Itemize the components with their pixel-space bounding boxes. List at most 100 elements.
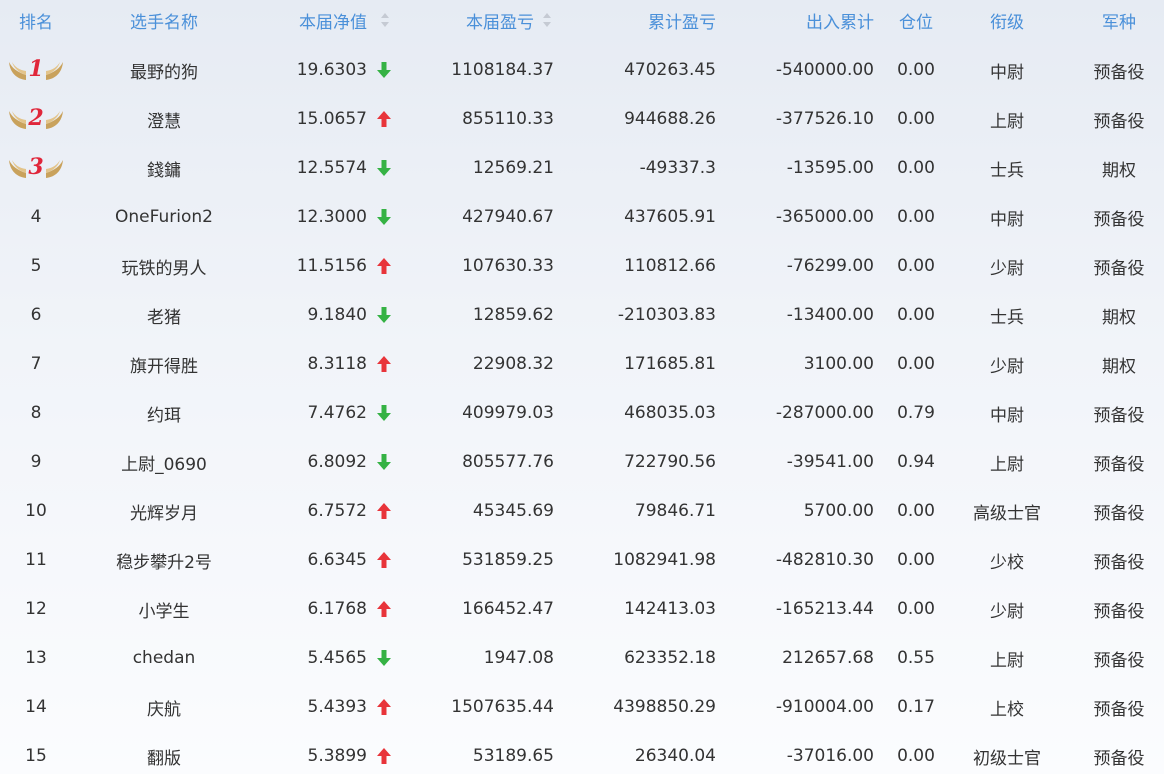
profit-value: 1947.08: [483, 648, 554, 668]
nav-value: 15.0657: [296, 109, 367, 129]
trend-cell: [372, 242, 396, 291]
header-rank[interactable]: 排名: [0, 0, 72, 40]
table-row[interactable]: 10 光辉岁月 6.7572 45345.69 79846.71 5700.00…: [0, 487, 1164, 536]
grade-value: 士兵: [990, 160, 1024, 181]
table-row[interactable]: 3 錢鏞 12.5574 12569.21 -49337.3 -13595.00…: [0, 144, 1164, 193]
grade-value: 少尉: [990, 356, 1024, 377]
flow-value: -482810.30: [775, 550, 874, 570]
rank-cell: 8: [0, 389, 72, 438]
profit-value: 1507635.44: [451, 697, 554, 717]
player-name-link[interactable]: 稳步攀升2号: [84, 536, 244, 585]
arrow-up-icon: [377, 748, 391, 764]
nav-value: 8.3118: [307, 354, 367, 374]
player-name-link[interactable]: 翻版: [84, 732, 244, 774]
table-row[interactable]: 1 最野的狗 19.6303 1108184.37 470263.45 -540…: [0, 46, 1164, 95]
flow-value: -287000.00: [775, 403, 874, 423]
arm-value: 预备役: [1093, 699, 1145, 720]
player-name-link[interactable]: OneFurion2: [84, 193, 244, 242]
nav-value: 12.5574: [296, 158, 367, 178]
flow-value: -910004.00: [775, 697, 874, 717]
position-value: 0.00: [897, 207, 935, 227]
flow-value: -377526.10: [775, 109, 874, 129]
nav-value: 6.6345: [307, 550, 367, 570]
header-grade[interactable]: 衔级: [960, 0, 1054, 40]
table-row[interactable]: 12 小学生 6.1768 166452.47 142413.03 -16521…: [0, 585, 1164, 634]
header-nav[interactable]: 本届净值: [240, 0, 367, 40]
table-row[interactable]: 9 上尉_0690 6.8092 805577.76 722790.56 -39…: [0, 438, 1164, 487]
header-arm[interactable]: 军种: [1074, 0, 1164, 40]
player-name-link[interactable]: 玩铁的男人: [84, 242, 244, 291]
cumulative-value: 623352.18: [624, 648, 716, 668]
grade-value: 中尉: [990, 405, 1024, 426]
flow-value: 3100.00: [803, 354, 874, 374]
rank-cell: 12: [0, 585, 72, 634]
player-name-link[interactable]: 最野的狗: [84, 46, 244, 95]
sort-icon[interactable]: [543, 13, 551, 27]
trend-cell: [372, 389, 396, 438]
arm-value: 预备役: [1093, 62, 1145, 83]
arm-value: 期权: [1102, 160, 1136, 181]
player-name-link[interactable]: 上尉_0690: [84, 438, 244, 487]
table-row[interactable]: 13 chedan 5.4565 1947.08 623352.18 21265…: [0, 634, 1164, 683]
player-name-link[interactable]: 光辉岁月: [84, 487, 244, 536]
player-name-link[interactable]: 旗开得胜: [84, 340, 244, 389]
header-flow[interactable]: 出入累计: [720, 0, 874, 40]
profit-value: 855110.33: [462, 109, 554, 129]
table-row[interactable]: 7 旗开得胜 8.3118 22908.32 171685.81 3100.00…: [0, 340, 1164, 389]
player-name-link[interactable]: 约珥: [84, 389, 244, 438]
header-profit[interactable]: 本届盈亏: [400, 0, 534, 40]
table-row[interactable]: 14 庆航 5.4393 1507635.44 4398850.29 -9100…: [0, 683, 1164, 732]
flow-value: -165213.44: [775, 599, 874, 619]
header-position[interactable]: 仓位: [880, 0, 952, 40]
position-value: 0.00: [897, 501, 935, 521]
flow-value: -39541.00: [786, 452, 874, 472]
header-cumulative[interactable]: 累计盈亏: [560, 0, 716, 40]
arm-value: 预备役: [1093, 209, 1145, 230]
trend-cell: [372, 340, 396, 389]
grade-value: 少尉: [990, 601, 1024, 622]
table-row[interactable]: 8 约珥 7.4762 409979.03 468035.03 -287000.…: [0, 389, 1164, 438]
arrow-up-icon: [377, 111, 391, 127]
header-name[interactable]: 选手名称: [84, 0, 244, 40]
rank-cell: 2: [0, 95, 72, 144]
flow-value: -13595.00: [786, 158, 874, 178]
rank-number: 4: [30, 207, 42, 227]
laurel-wing-icon: [46, 111, 63, 129]
player-name-link[interactable]: chedan: [84, 634, 244, 683]
cumulative-value: 722790.56: [624, 452, 716, 472]
grade-value: 上尉: [990, 454, 1024, 475]
nav-value: 5.4393: [307, 697, 367, 717]
position-value: 0.00: [897, 354, 935, 374]
arrow-up-icon: [377, 699, 391, 715]
table-row[interactable]: 4 OneFurion2 12.3000 427940.67 437605.91…: [0, 193, 1164, 242]
table-row[interactable]: 15 翻版 5.3899 53189.65 26340.04 -37016.00…: [0, 732, 1164, 774]
table-row[interactable]: 5 玩铁的男人 11.5156 107630.33 110812.66 -762…: [0, 242, 1164, 291]
rank-number: 13: [25, 648, 47, 668]
arrow-down-icon: [377, 405, 391, 421]
position-value: 0.00: [897, 305, 935, 325]
player-name-link[interactable]: 錢鏞: [84, 144, 244, 193]
rank-cell: 4: [0, 193, 72, 242]
arm-value: 预备役: [1093, 405, 1145, 426]
player-name-link[interactable]: 老猪: [84, 291, 244, 340]
sort-icon[interactable]: [381, 13, 389, 27]
flow-value: -13400.00: [786, 305, 874, 325]
leaderboard-table: 排名 选手名称 本届净值 本届盈亏 累计盈亏 出入累计 仓位 衔级 军种 1 最…: [0, 0, 1164, 774]
grade-value: 上尉: [990, 650, 1024, 671]
player-name-link[interactable]: 澄慧: [84, 95, 244, 144]
rank-medal-icon: 3: [8, 152, 64, 184]
arm-value: 预备役: [1093, 111, 1145, 132]
table-row[interactable]: 2 澄慧 15.0657 855110.33 944688.26 -377526…: [0, 95, 1164, 144]
arrow-up-icon: [377, 552, 391, 568]
rank-cell: 3: [0, 144, 72, 193]
cumulative-value: 468035.03: [624, 403, 716, 423]
trend-cell: [372, 634, 396, 683]
player-name-link[interactable]: 小学生: [84, 585, 244, 634]
table-row[interactable]: 11 稳步攀升2号 6.6345 531859.25 1082941.98 -4…: [0, 536, 1164, 585]
arm-value: 预备役: [1093, 454, 1145, 475]
arm-value: 预备役: [1093, 503, 1145, 524]
grade-value: 上校: [990, 699, 1024, 720]
player-name-link[interactable]: 庆航: [84, 683, 244, 732]
table-row[interactable]: 6 老猪 9.1840 12859.62 -210303.83 -13400.0…: [0, 291, 1164, 340]
rank-number: 12: [25, 599, 47, 619]
